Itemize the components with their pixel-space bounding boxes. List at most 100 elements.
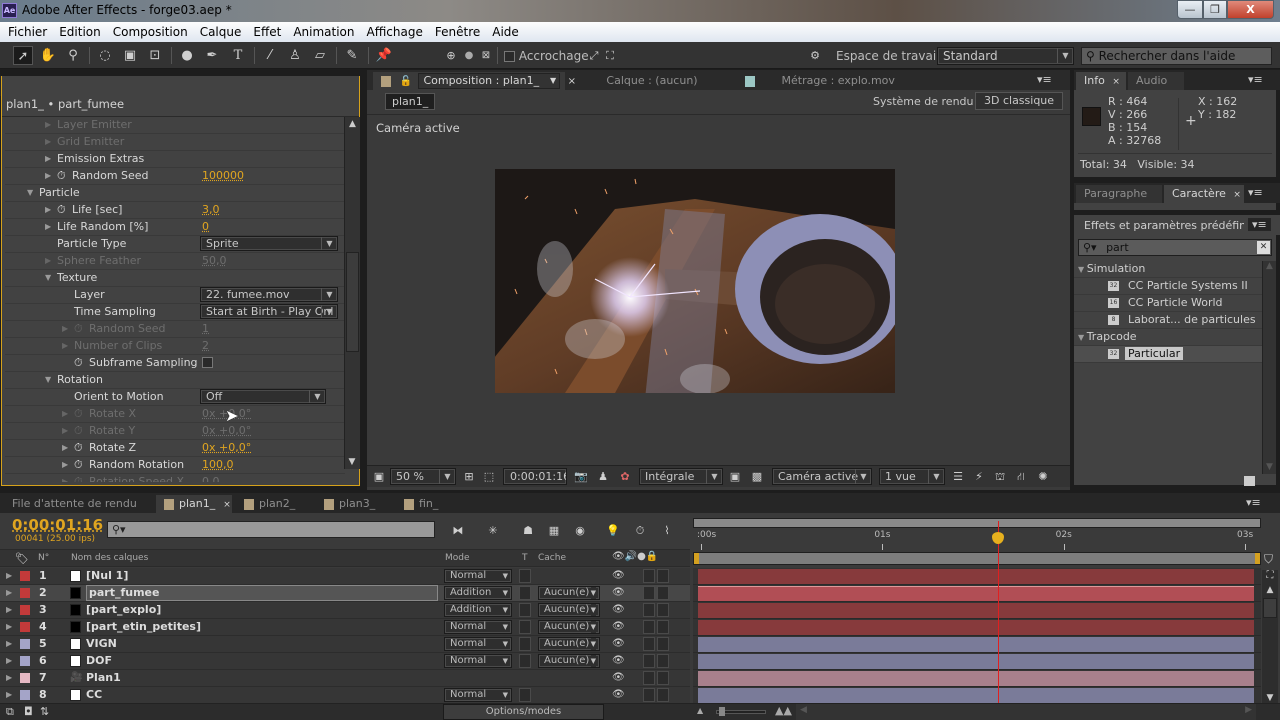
- panel-menu-icon[interactable]: ▾≡: [1248, 186, 1263, 199]
- property-value[interactable]: 0,0: [202, 474, 220, 482]
- column-mode[interactable]: Mode: [445, 553, 470, 563]
- scroll-up-icon[interactable]: ▲: [1262, 585, 1278, 595]
- comp-mini-flowchart-icon[interactable]: ⧓: [448, 521, 468, 540]
- renderer-button[interactable]: 3D classique: [975, 92, 1064, 110]
- property-value[interactable]: 1: [202, 321, 209, 337]
- scroll-down-icon[interactable]: ▼: [1262, 693, 1278, 703]
- layer-row[interactable]: ▶ 7 🎥 Plan1 👁: [0, 670, 690, 687]
- layer-row[interactable]: ▶ 2 part_fumee Addition ▼ Aucun(e) ▼ 👁: [0, 585, 690, 602]
- effect-property-row[interactable]: Time Sampling Start at Birth - Play Onl ▼: [5, 304, 345, 321]
- clear-search-icon[interactable]: ✕: [1257, 241, 1270, 254]
- menu-fenetre[interactable]: Fenêtre: [429, 25, 486, 39]
- solo-toggle[interactable]: [643, 637, 655, 651]
- composition-frame-image[interactable]: [495, 169, 895, 393]
- effect-property-row[interactable]: ▶ ⏱ Life [sec] 3,0: [5, 202, 345, 219]
- effect-property-row[interactable]: ▶ ⏱ Rotate X 0x +0,0°: [5, 406, 345, 423]
- collapsed-triangle-icon[interactable]: ▶: [6, 602, 12, 618]
- solo-toggle[interactable]: [643, 603, 655, 617]
- tab-footage[interactable]: Métrage : explo.mov: [737, 72, 947, 90]
- expanded-triangle-icon[interactable]: ▼: [27, 185, 33, 201]
- tab-info[interactable]: Info ×: [1076, 72, 1126, 90]
- roto-brush-tool-icon[interactable]: ✎: [342, 46, 362, 65]
- effects-scrollbar[interactable]: ▲ ▼: [344, 117, 360, 469]
- layer-duration-bar[interactable]: [698, 569, 1254, 584]
- lock-toggle[interactable]: [657, 688, 669, 702]
- visibility-eye-icon[interactable]: 👁: [612, 585, 625, 601]
- layer-row[interactable]: ▶ 3 [part_explo] Addition ▼ Aucun(e) ▼ 👁: [0, 602, 690, 619]
- collapsed-triangle-icon[interactable]: ▶: [62, 457, 68, 473]
- visibility-eye-icon[interactable]: 👁: [612, 636, 625, 652]
- stopwatch-icon[interactable]: ⏱: [74, 423, 83, 439]
- lock-toggle[interactable]: [657, 671, 669, 685]
- preserve-transparency-toggle[interactable]: [519, 620, 531, 634]
- collapsed-triangle-icon[interactable]: ▶: [62, 440, 68, 456]
- collapsed-triangle-icon[interactable]: ▶: [6, 687, 12, 703]
- preset-group[interactable]: ▼ Simulation: [1074, 261, 1264, 278]
- track-matte-dropdown[interactable]: Aucun(e) ▼: [538, 637, 600, 651]
- puppet-pin-tool-icon[interactable]: 📌: [374, 46, 394, 65]
- workspace-dropdown[interactable]: Standard ▼: [937, 47, 1074, 65]
- local-axis-icon[interactable]: ⊕: [441, 46, 461, 65]
- toggle-stretch-icon[interactable]: ⇅: [40, 705, 49, 718]
- navigator-end-handle[interactable]: [1255, 553, 1260, 564]
- always-preview-icon[interactable]: ▣: [369, 467, 389, 486]
- layer-name[interactable]: [part_explo]: [86, 602, 161, 618]
- visibility-eye-icon[interactable]: 👁: [612, 619, 625, 635]
- track-matte-dropdown[interactable]: Aucun(e) ▼: [538, 586, 600, 600]
- view-layout-dropdown[interactable]: 1 vue ▼: [879, 468, 945, 485]
- preset-item[interactable]: 8 Laborat... de particules: [1074, 312, 1264, 329]
- close-tab-icon[interactable]: ×: [223, 500, 231, 510]
- preserve-transparency-toggle[interactable]: [519, 654, 531, 668]
- show-snapshot-icon[interactable]: ♟: [593, 467, 613, 486]
- lock-toggle[interactable]: [657, 569, 669, 583]
- options-modes-button[interactable]: Options/modes: [443, 704, 604, 720]
- menu-effet[interactable]: Effet: [247, 25, 287, 39]
- layer-row[interactable]: ▶ 6 DOF Normal ▼ Aucun(e) ▼ 👁: [0, 653, 690, 670]
- collapsed-triangle-icon[interactable]: ▶: [45, 134, 51, 150]
- effect-property-row[interactable]: ▼ Particle: [5, 185, 345, 202]
- text-tool-icon[interactable]: T: [228, 46, 248, 65]
- tab-character[interactable]: Caractère ×: [1164, 185, 1244, 203]
- effect-property-row[interactable]: ▼ Texture: [5, 270, 345, 287]
- label-color-swatch[interactable]: [20, 571, 30, 581]
- solo-toggle[interactable]: [643, 688, 655, 702]
- layer-duration-bar[interactable]: [698, 620, 1254, 635]
- tab-file-d-attente-de-rendu[interactable]: File d'attente de rendu: [4, 495, 152, 513]
- tab-layer[interactable]: Calque : (aucun): [569, 72, 735, 90]
- layer-row[interactable]: ▶ 5 VIGN Normal ▼ Aucun(e) ▼ 👁: [0, 636, 690, 653]
- zoom-slider-thumb[interactable]: [719, 707, 725, 716]
- snapping-checkbox[interactable]: [504, 51, 515, 62]
- zoom-in-icon[interactable]: ▲▲: [775, 704, 792, 717]
- menu-aide[interactable]: Aide: [486, 25, 525, 39]
- zoom-out-icon[interactable]: ▲: [697, 706, 703, 715]
- effect-property-row[interactable]: ▶ ⏱ Rotate Z 0x +0,0°: [5, 440, 345, 457]
- tab-plan1[interactable]: plan1_ ×: [156, 495, 232, 513]
- blend-mode-dropdown[interactable]: Normal ▼: [444, 569, 512, 583]
- property-value[interactable]: 2: [202, 338, 209, 354]
- layer-duration-bar[interactable]: [698, 603, 1254, 618]
- stopwatch-icon[interactable]: ⏱: [74, 406, 83, 422]
- timeline-vertical-scrollbar[interactable]: ⛶ ▲ ▼: [1262, 570, 1278, 703]
- effect-property-row[interactable]: ▶ Grid Emitter: [5, 134, 345, 151]
- label-color-swatch[interactable]: [20, 690, 30, 700]
- visibility-eye-icon[interactable]: 👁: [612, 687, 625, 703]
- collapsed-triangle-icon[interactable]: ▶: [62, 474, 68, 482]
- stopwatch-icon[interactable]: ⏱: [74, 474, 83, 482]
- layer-name[interactable]: DOF: [86, 653, 112, 669]
- layer-duration-bar[interactable]: [698, 688, 1254, 703]
- blend-mode-dropdown[interactable]: Normal ▼: [444, 637, 512, 651]
- ellipse-tool-icon[interactable]: ●: [177, 46, 197, 65]
- close-tab-icon[interactable]: ×: [1112, 77, 1120, 87]
- effect-property-row[interactable]: Layer 22. fumee.mov ▼: [5, 287, 345, 304]
- scroll-down-icon[interactable]: ▼: [1263, 462, 1276, 472]
- preset-item[interactable]: 16 CC Particle World: [1074, 295, 1264, 312]
- track-matte-dropdown[interactable]: Aucun(e) ▼: [538, 654, 600, 668]
- timeline-horizontal-scrollbar[interactable]: ◀ ▶: [796, 704, 1256, 720]
- frame-blending-icon[interactable]: ▦: [544, 521, 564, 540]
- navigator-start-handle[interactable]: [694, 553, 699, 564]
- restore-button[interactable]: ❐: [1203, 0, 1227, 19]
- menu-animation[interactable]: Animation: [287, 25, 360, 39]
- eraser-tool-icon[interactable]: ▱: [310, 46, 330, 65]
- layer-name[interactable]: [part_etin_petites]: [86, 619, 201, 635]
- stopwatch-icon[interactable]: ⏱: [74, 457, 83, 473]
